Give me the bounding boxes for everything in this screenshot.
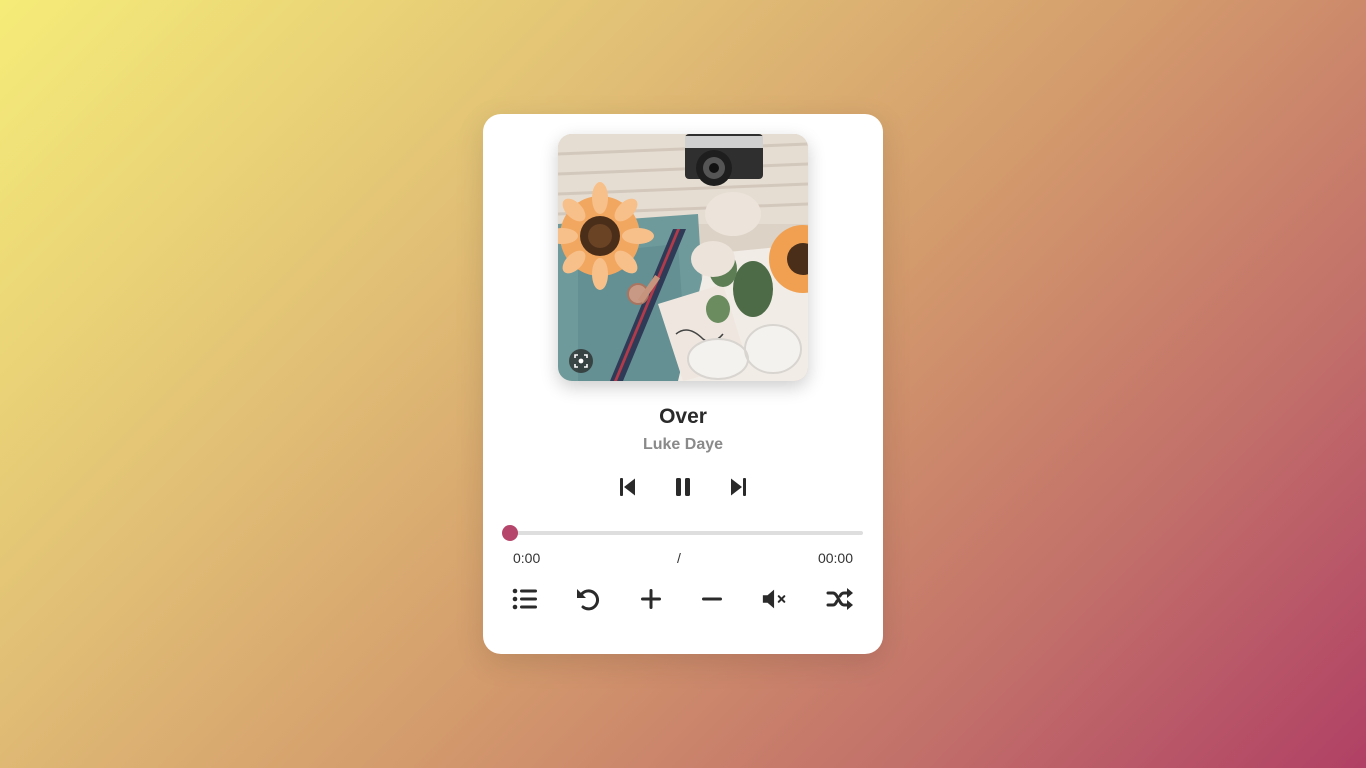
repeat-button[interactable] xyxy=(574,586,602,612)
skip-previous-icon xyxy=(620,478,635,496)
mute-button[interactable] xyxy=(761,586,789,612)
shuffle-icon xyxy=(826,588,853,610)
volume-up-button[interactable] xyxy=(637,586,665,612)
current-time: 0:00 xyxy=(513,550,541,566)
music-player-card: Over Luke Daye 0:00 / 00:00 xyxy=(483,114,883,654)
secondary-controls xyxy=(483,586,883,612)
song-artist: Luke Daye xyxy=(642,436,724,453)
volume-down-button[interactable] xyxy=(698,586,726,612)
transport-controls xyxy=(483,474,883,500)
song-title: Over xyxy=(659,405,707,428)
progress-thumb[interactable] xyxy=(502,525,518,541)
lens-icon[interactable] xyxy=(569,349,593,373)
skip-next-icon xyxy=(731,478,746,496)
playlist-button[interactable] xyxy=(511,586,539,612)
minus-icon xyxy=(702,597,722,601)
undo-icon xyxy=(577,589,599,611)
duration-time: 00:00 xyxy=(817,550,853,566)
album-art-image xyxy=(558,134,808,381)
previous-button[interactable] xyxy=(615,474,641,500)
time-separator: / xyxy=(677,550,681,566)
volume-mute-icon xyxy=(762,589,786,609)
pause-icon xyxy=(676,478,690,496)
album-cover xyxy=(558,134,808,381)
plus-icon xyxy=(641,589,661,609)
list-icon xyxy=(512,588,537,610)
progress-bar[interactable] xyxy=(502,525,863,541)
shuffle-button[interactable] xyxy=(826,586,854,612)
next-button[interactable] xyxy=(725,474,751,500)
pause-button[interactable] xyxy=(670,474,696,500)
